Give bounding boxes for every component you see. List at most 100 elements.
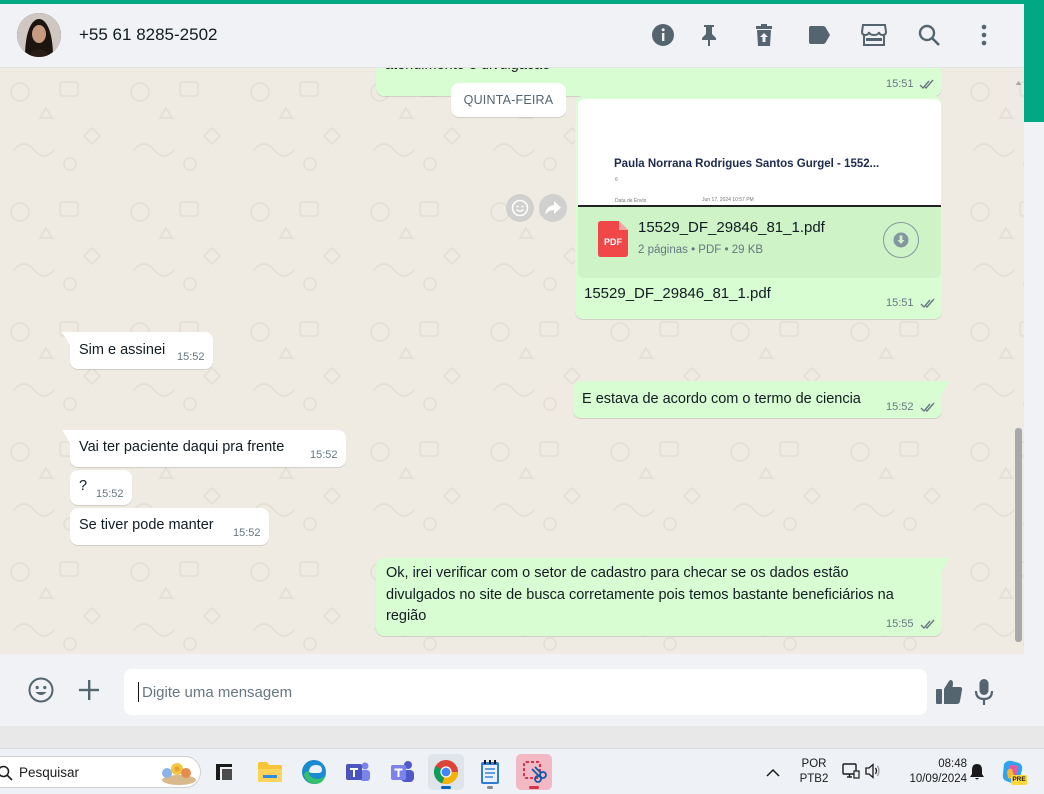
document-preview-meta: Jun 17, 2024 10:57 PM bbox=[702, 197, 754, 203]
taskbar-edge[interactable] bbox=[296, 754, 332, 790]
message-text: Se tiver pode manter bbox=[79, 517, 214, 533]
message-bubble-incoming[interactable]: Se tiver pode manter 15:52 bbox=[70, 508, 269, 545]
notepad-icon bbox=[481, 760, 499, 784]
whatsapp-window: +55 61 8285-2502 15:51 QUINTA-FEIRA Paul… bbox=[0, 4, 1024, 726]
notification-bell-icon[interactable] bbox=[969, 763, 985, 786]
clock-date: 10/09/2024 bbox=[909, 773, 967, 785]
taskbar-teams[interactable] bbox=[384, 754, 420, 790]
download-icon bbox=[893, 232, 909, 248]
catalog-icon[interactable] bbox=[861, 22, 887, 48]
search-highlight-icon bbox=[162, 763, 196, 785]
message-bubble-incoming[interactable]: ? 15:52 bbox=[70, 470, 132, 505]
keyboard-language[interactable]: POR PTB2 bbox=[797, 757, 831, 787]
taskbar-task-view[interactable] bbox=[207, 754, 243, 790]
attach-plus-icon[interactable] bbox=[74, 675, 104, 705]
language-code: POR bbox=[801, 758, 827, 770]
bubble-tail bbox=[62, 430, 70, 443]
message-time: 15:51 bbox=[886, 78, 914, 90]
scrollbar-up-arrow[interactable] bbox=[1015, 73, 1022, 85]
message-time: 15:55 bbox=[886, 618, 914, 630]
message-line: Ok, irei verificar com o setor de cadast… bbox=[386, 565, 849, 581]
chat-area[interactable]: atendimento e divulgacao 15:51 QUINTA-FE… bbox=[0, 68, 1024, 654]
text-caret bbox=[138, 682, 139, 702]
clock-time: 08:48 bbox=[938, 758, 967, 770]
message-text: atendimento e divulgacao bbox=[385, 68, 550, 76]
snipping-tool-icon bbox=[523, 761, 547, 783]
message-line: região bbox=[386, 608, 427, 624]
microphone-icon[interactable] bbox=[969, 677, 999, 707]
document-file-row[interactable]: PDF 15529_DF_29846_81_1.pdf 2 páginas • … bbox=[578, 207, 941, 278]
emoji-reaction-button[interactable] bbox=[506, 194, 534, 222]
background-panel bbox=[1024, 122, 1044, 748]
copilot-badge: PRE bbox=[1011, 775, 1027, 785]
windows-taskbar: Pesquisar POR PTB2 08:48 10/09/2024 PRE bbox=[0, 748, 1044, 794]
message-time: 15:52 bbox=[886, 401, 914, 413]
message-line: divulgados no site de busca corretamente… bbox=[386, 586, 894, 603]
task-view-icon bbox=[216, 764, 232, 780]
document-preview[interactable]: Paula Norrana Rodrigues Santos Gurgel - … bbox=[578, 99, 941, 207]
taskbar-file-explorer[interactable] bbox=[252, 754, 288, 790]
chevron-up-icon[interactable] bbox=[766, 765, 780, 783]
taskbar-teams-classic[interactable] bbox=[340, 754, 376, 790]
system-clock[interactable]: 08:48 10/09/2024 bbox=[895, 757, 967, 787]
message-text: ? bbox=[79, 478, 88, 494]
keyboard-layout: PTB2 bbox=[799, 773, 829, 785]
chat-header: +55 61 8285-2502 bbox=[0, 4, 1024, 68]
message-text: Sim e assinei bbox=[79, 342, 166, 358]
emoji-icon[interactable] bbox=[26, 675, 56, 705]
active-app-indicator bbox=[529, 786, 539, 789]
label-icon[interactable] bbox=[806, 22, 832, 48]
download-button[interactable] bbox=[883, 222, 919, 258]
pin-icon[interactable] bbox=[696, 22, 722, 48]
folder-icon bbox=[258, 762, 282, 782]
document-preview-title: Paula Norrana Rodrigues Santos Gurgel - … bbox=[614, 158, 880, 170]
document-message[interactable]: Paula Norrana Rodrigues Santos Gurgel - … bbox=[575, 96, 942, 319]
contact-avatar[interactable] bbox=[17, 13, 61, 57]
pdf-badge-text: PDF bbox=[604, 237, 623, 247]
message-time: 15:51 bbox=[886, 297, 914, 309]
message-time: 15:52 bbox=[310, 449, 338, 461]
clear-chat-icon[interactable] bbox=[751, 22, 777, 48]
thumbs-up-icon[interactable] bbox=[934, 677, 964, 707]
bubble-tail bbox=[942, 381, 950, 394]
desktop-background bbox=[0, 726, 1044, 748]
message-text: Ok, irei verificar com o setor de cadast… bbox=[386, 563, 894, 628]
message-bubble-incoming[interactable]: Sim e assinei 15:52 bbox=[62, 332, 213, 369]
edge-icon bbox=[302, 760, 326, 784]
taskbar-search-label: Pesquisar bbox=[19, 765, 80, 780]
info-icon[interactable] bbox=[650, 22, 676, 48]
message-text: E estava de acordo com o termo de cienci… bbox=[582, 391, 861, 407]
message-composer bbox=[0, 654, 1024, 726]
message-time: 15:52 bbox=[177, 351, 205, 363]
message-time: 15:52 bbox=[233, 527, 261, 539]
chat-scrollbar-thumb[interactable] bbox=[1015, 428, 1022, 642]
document-preview-meta: Data de Envio bbox=[615, 198, 647, 204]
contact-name[interactable]: +55 61 8285-2502 bbox=[79, 25, 218, 45]
forward-button[interactable] bbox=[539, 194, 567, 222]
message-input[interactable] bbox=[124, 669, 927, 715]
read-ticks-icon bbox=[920, 402, 935, 413]
document-caption: 15529_DF_29846_81_1.pdf bbox=[584, 285, 771, 302]
taskbar-chrome[interactable] bbox=[428, 754, 464, 790]
pdf-file-icon: PDF bbox=[598, 221, 628, 257]
network-icon[interactable] bbox=[842, 762, 860, 785]
date-divider: QUINTA-FEIRA bbox=[451, 83, 566, 117]
document-preview-meta: 6 bbox=[615, 177, 618, 183]
bubble-tail bbox=[62, 332, 70, 345]
copilot-icon[interactable]: PRE bbox=[999, 758, 1027, 786]
search-icon[interactable] bbox=[916, 22, 942, 48]
active-app-indicator bbox=[441, 786, 451, 789]
message-bubble-outgoing[interactable]: Ok, irei verificar com o setor de cadast… bbox=[376, 558, 950, 636]
taskbar-snipping-tool[interactable] bbox=[516, 754, 552, 790]
taskbar-notepad[interactable] bbox=[472, 754, 508, 790]
chrome-icon bbox=[434, 760, 458, 784]
menu-icon[interactable] bbox=[971, 22, 997, 48]
taskbar-search-box[interactable]: Pesquisar bbox=[0, 756, 201, 788]
search-icon bbox=[0, 765, 13, 781]
message-bubble-outgoing[interactable]: E estava de acordo com o termo de cienci… bbox=[573, 381, 950, 418]
volume-icon[interactable] bbox=[864, 763, 882, 784]
open-app-indicator bbox=[487, 786, 493, 789]
message-time: 15:52 bbox=[96, 488, 124, 500]
background-accent-panel bbox=[1024, 4, 1044, 122]
message-bubble-incoming[interactable]: Vai ter paciente daqui pra frente 15:52 bbox=[62, 430, 346, 467]
